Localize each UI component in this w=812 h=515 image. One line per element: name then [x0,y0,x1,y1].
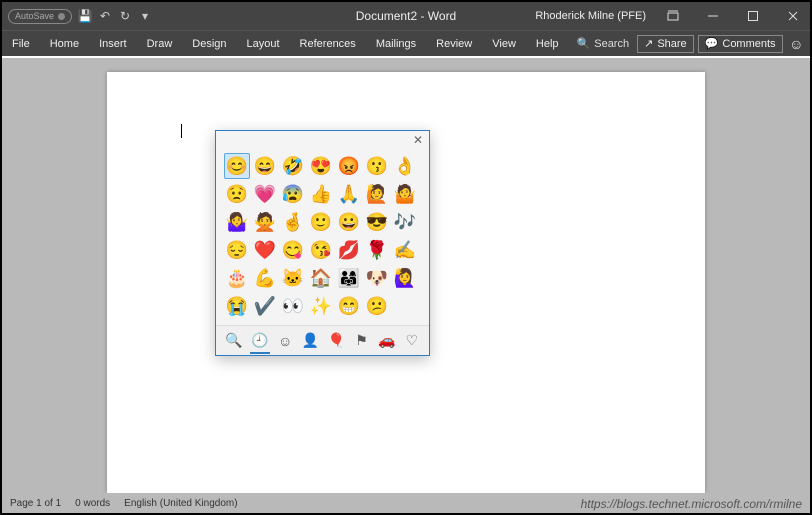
emoji-cell[interactable]: 👍 [308,181,334,207]
emoji-cell[interactable]: 🤞 [280,209,306,235]
emoji-tab-flags[interactable]: ⚑ [354,329,368,353]
emoji-grid: 😊😄🤣😍😡😗👌 😟💗😰👍🙏🙋🤷 🤷‍♀️🙅🤞🙂😀😎🎶 😔❤️😋😘💋🌹✍️ 🎂💪🐱🏠👨‍👩… [216,149,429,325]
emoji-cell[interactable]: ❤️ [252,237,278,263]
comment-icon: 💬 [705,37,719,50]
emoji-cell[interactable]: 👨‍👩‍👧 [336,265,362,291]
emoji-cell[interactable]: 😁 [336,293,362,319]
redo-icon[interactable]: ↻ [118,9,132,23]
emoji-cell[interactable]: ✨ [308,293,334,319]
emoji-tab-favorites[interactable]: ♡ [405,329,419,353]
text-cursor [181,124,182,138]
emoji-cell [392,293,418,319]
emoji-cell[interactable]: 🎶 [392,209,418,235]
emoji-cell[interactable]: 🤣 [280,153,306,179]
emoji-cell[interactable]: 🏠 [308,265,334,291]
emoji-cell[interactable]: 🙋‍♀️ [392,265,418,291]
share-icon: ↗ [644,37,653,50]
comments-button[interactable]: 💬 Comments [698,35,783,53]
emoji-cell[interactable]: 💪 [252,265,278,291]
emoji-cell[interactable]: 🐱 [280,265,306,291]
share-label: Share [657,38,686,50]
emoji-cell[interactable]: 🎂 [224,265,250,291]
status-page[interactable]: Page 1 of 1 [10,498,61,509]
emoji-cell[interactable]: 💗 [252,181,278,207]
emoji-cell[interactable]: 🙂 [308,209,334,235]
minimize-button[interactable] [696,2,730,30]
emoji-cell[interactable]: 😀 [336,209,362,235]
emoji-cell[interactable]: 😗 [364,153,390,179]
emoji-cell[interactable]: 😰 [280,181,306,207]
status-wordcount[interactable]: 0 words [75,498,110,509]
feedback-smiley-icon[interactable]: ☺ [787,36,806,52]
titlebar: AutoSave 💾 ↶ ↻ ▾ Document2 - Word Rhoder… [2,2,810,30]
emoji-cell[interactable]: 🌹 [364,237,390,263]
emoji-tab-recent[interactable]: 🕘 [252,329,268,353]
watermark-url: https://blogs.technet.microsoft.com/rmil… [581,497,802,511]
tab-design[interactable]: Design [182,31,236,56]
emoji-tab-people[interactable]: 👤 [302,329,318,353]
emoji-cell[interactable]: 🙅 [252,209,278,235]
close-button[interactable] [776,2,810,30]
search-label: Search [594,38,629,50]
save-icon[interactable]: 💾 [78,9,92,23]
emoji-tab-smileys[interactable]: ☺ [278,329,292,353]
tell-me-search[interactable]: 🔍 Search [569,37,638,50]
tab-insert[interactable]: Insert [89,31,137,56]
emoji-cell[interactable]: ✔️ [252,293,278,319]
emoji-cell[interactable]: 😘 [308,237,334,263]
emoji-cell[interactable]: 😋 [280,237,306,263]
emoji-cell[interactable]: 🙋 [364,181,390,207]
emoji-cell[interactable]: 🤷‍♀️ [224,209,250,235]
user-name[interactable]: Rhoderick Milne (PFE) [535,10,646,22]
emoji-cell[interactable]: 😟 [224,181,250,207]
tab-view[interactable]: View [482,31,526,56]
qat-more-icon[interactable]: ▾ [138,9,152,23]
emoji-cell[interactable]: 😄 [252,153,278,179]
autosave-indicator-icon [58,13,65,20]
tab-help[interactable]: Help [526,31,569,56]
statusbar: Page 1 of 1 0 words English (United King… [2,493,810,513]
tab-home[interactable]: Home [40,31,89,56]
ribbon: File Home Insert Draw Design Layout Refe… [2,30,810,56]
ribbon-display-options-icon[interactable] [656,2,690,30]
emoji-cell[interactable]: 👌 [392,153,418,179]
emoji-cell[interactable]: 🤷 [392,181,418,207]
tab-layout[interactable]: Layout [237,31,290,56]
emoji-close-icon[interactable]: ✕ [413,133,423,147]
emoji-cell[interactable]: 👀 [280,293,306,319]
emoji-tab-search[interactable]: 🔍 [226,329,242,353]
emoji-cell[interactable]: 😍 [308,153,334,179]
search-icon: 🔍 [577,37,591,50]
share-button[interactable]: ↗ Share [637,35,694,53]
tab-review[interactable]: Review [426,31,482,56]
undo-dropdown-icon[interactable]: ↶ [98,9,112,23]
emoji-cell[interactable]: ✍️ [392,237,418,263]
maximize-button[interactable] [736,2,770,30]
emoji-tab-objects[interactable]: 🚗 [379,329,395,353]
autosave-toggle[interactable]: AutoSave [8,9,72,24]
emoji-cell[interactable]: 😭 [224,293,250,319]
tab-mailings[interactable]: Mailings [366,31,426,56]
emoji-category-tabs: 🔍 🕘 ☺ 👤 🎈 ⚑ 🚗 ♡ [216,325,429,355]
comments-label: Comments [722,38,775,50]
emoji-cell[interactable]: 😎 [364,209,390,235]
tab-file[interactable]: File [2,31,40,56]
emoji-cell[interactable]: 😔 [224,237,250,263]
emoji-cell[interactable]: 😊 [224,153,250,179]
emoji-cell[interactable]: 😡 [336,153,362,179]
emoji-picker: ✕ 😊😄🤣😍😡😗👌 😟💗😰👍🙏🙋🤷 🤷‍♀️🙅🤞🙂😀😎🎶 😔❤️😋😘💋🌹✍️ 🎂💪🐱🏠👨… [215,130,430,356]
emoji-tab-symbols[interactable]: 🎈 [328,329,344,353]
emoji-cell[interactable]: 🐶 [364,265,390,291]
emoji-cell[interactable]: 😕 [364,293,390,319]
tab-draw[interactable]: Draw [137,31,183,56]
tab-references[interactable]: References [290,31,366,56]
emoji-cell[interactable]: 💋 [336,237,362,263]
status-language[interactable]: English (United Kingdom) [124,498,237,509]
autosave-label: AutoSave [15,11,54,21]
emoji-cell[interactable]: 🙏 [336,181,362,207]
